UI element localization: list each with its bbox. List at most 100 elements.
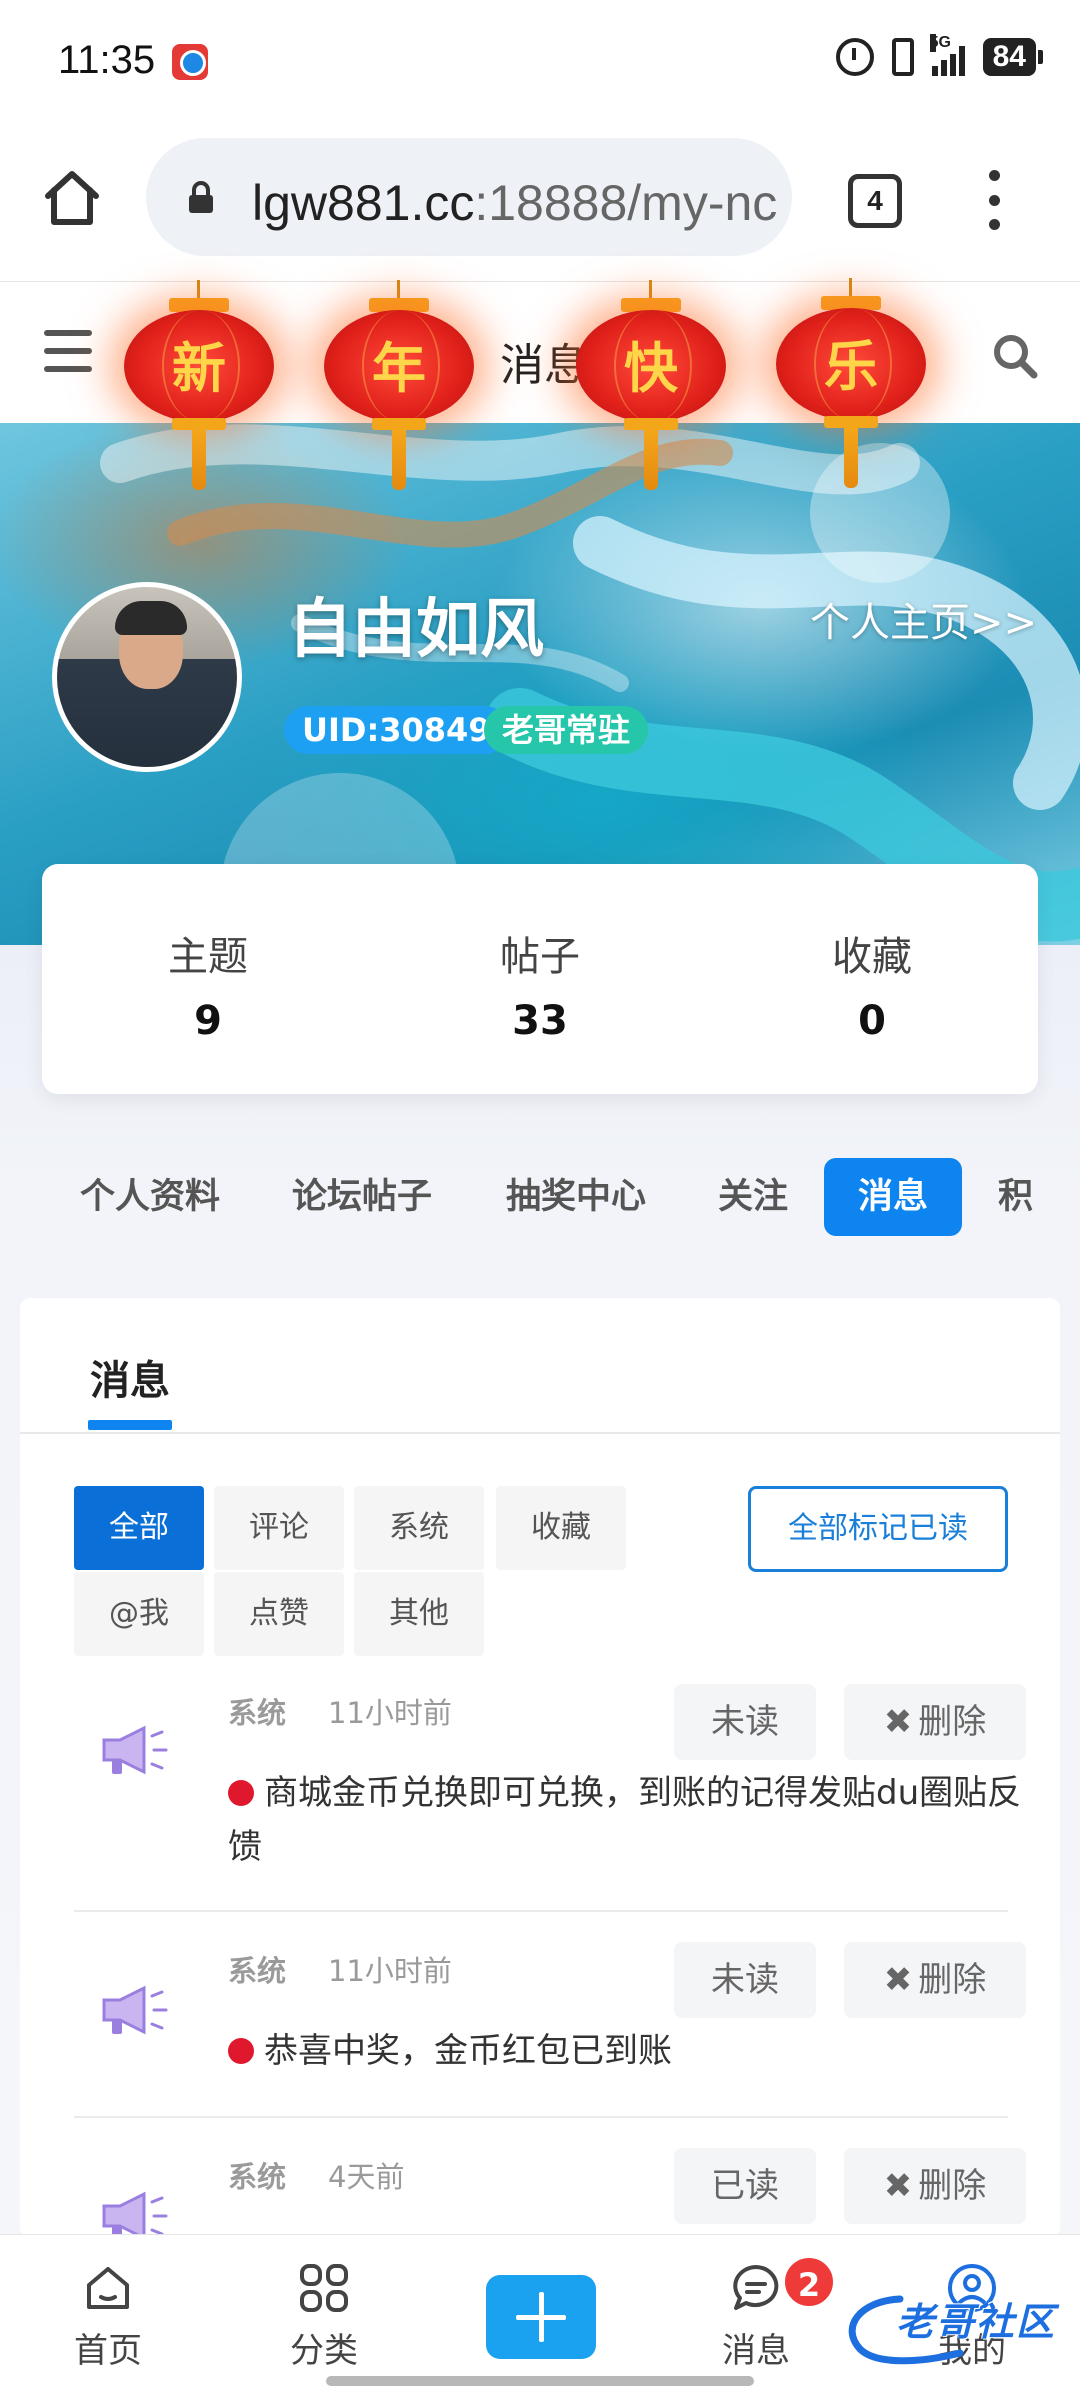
message-type: 系统 [228,1696,287,1730]
message-type: 系统 [228,2160,287,2194]
delete-label: 删除 [918,2166,987,2206]
search-icon[interactable] [992,333,1038,379]
tab-messages[interactable]: 消息 [824,1158,963,1236]
stat-label: 主题 [168,934,248,980]
nav-categories[interactable]: 分类 [244,2235,404,2372]
unread-button[interactable]: 未读 [674,1684,816,1760]
delete-button[interactable]: ✖ 删除 [844,1942,1026,2018]
uid-badge: UID:30849 [284,706,509,754]
tab-following[interactable]: 关注 [718,1158,788,1236]
home-icon[interactable] [40,166,104,230]
filter-all[interactable]: 全部 [74,1486,204,1570]
bottom-nav: 首页 分类 消息 2 我的 老哥社区 [0,2234,1080,2392]
chat-icon [733,2265,779,2310]
lantern: 乐 [776,278,926,488]
megaphone-icon [102,1985,168,2035]
stat-favorites[interactable]: 收藏 0 [706,864,1038,1094]
watermark-logo: 老哥社区 [840,2287,1070,2367]
lantern-char: 年 [372,337,426,400]
tab-profile[interactable]: 个人资料 [80,1158,220,1236]
unread-dot [228,1780,254,1806]
filter-favorites[interactable]: 收藏 [496,1486,626,1570]
battery-level: 84 [982,38,1044,76]
message-item[interactable]: 系统 4天前 已读 ✖ 删除 [74,2148,1026,2238]
filter-mentions[interactable]: @我 [74,1572,204,1656]
watermark-text: 老哥社区 [896,2300,1057,2344]
delete-button[interactable]: ✖ 删除 [844,1684,1026,1760]
filter-system[interactable]: 系统 [354,1486,484,1570]
url-path: :18888/my-nc [474,175,778,231]
url-host: lgw881.cc [252,175,475,231]
message-text: 恭喜中奖，金币红包已到账 [264,2031,672,2071]
mark-all-read-button[interactable]: 全部标记已读 [748,1486,1008,1572]
message-badge: 2 [782,2255,836,2309]
stat-topics[interactable]: 主题 9 [42,864,374,1094]
stats-card: 主题 9 帖子 33 收藏 0 [42,864,1038,1094]
tab-points[interactable]: 积 [998,1158,1033,1236]
signal-icon: 5G [929,34,965,76]
menu-icon[interactable] [44,330,92,372]
lantern: 新 [124,280,274,490]
megaphone-icon [102,1725,168,1775]
username: 自由如风 [288,593,544,667]
message-body: 商城金币兑换即可兑换，到账的记得发贴du圈贴反馈 [228,1766,1028,1874]
unread-button[interactable]: 未读 [674,1942,816,2018]
alarm-icon [835,38,874,76]
close-icon: ✖ [883,1960,913,2000]
read-button[interactable]: 已读 [674,2148,816,2224]
unread-dot [228,2038,254,2064]
stat-value: 0 [858,998,886,1044]
more-vert-icon[interactable] [986,170,1002,230]
lantern: 快 [576,280,726,490]
browser-toolbar: lgw881.cc:18888/my-nc 4 [0,130,1080,282]
status-bar: 11:35 5G 84 [0,0,1080,130]
nav-home[interactable]: 首页 [28,2235,188,2372]
messages-title[interactable]: 消息 [90,1348,170,1406]
close-icon: ✖ [883,1702,913,1742]
message-item[interactable]: 系统 11小时前 未读 ✖ 删除 商城金币兑换即可兑换，到账的记得发贴du圈贴反馈 [74,1684,1026,1867]
stat-label: 帖子 [500,934,580,980]
homepage-link[interactable]: 个人主页>> [810,590,1037,648]
lantern-char: 乐 [824,335,878,398]
status-time: 11:35 [58,38,156,82]
divider [20,1432,1060,1434]
grid-icon [300,2264,348,2312]
message-time: 11小时前 [328,1954,452,1988]
app-notification-icon [172,44,208,80]
message-text: 商城金币兑换即可兑换，到账的记得发贴du圈贴反馈 [228,1773,1022,1867]
messages-card: 消息 全部 评论 系统 收藏 @我 点赞 其他 全部标记已读 系统 11小时前 … [20,1298,1060,2238]
filter-other[interactable]: 其他 [354,1572,484,1656]
divider [74,2116,1008,2118]
status-icons: 5G 84 [835,34,1044,76]
filter-likes[interactable]: 点赞 [214,1572,344,1656]
avatar[interactable] [52,582,242,772]
message-body: 恭喜中奖，金币红包已到账 [228,2024,1028,2078]
delete-label: 删除 [918,1702,987,1742]
address-bar[interactable]: lgw881.cc:18888/my-nc [146,138,792,256]
nav-label: 分类 [290,2331,358,2371]
tab-lottery[interactable]: 抽奖中心 [506,1158,646,1236]
close-icon: ✖ [883,2166,913,2206]
message-type: 系统 [228,1954,287,1988]
network-type: 5G [929,34,951,52]
message-time: 4天前 [328,2160,405,2194]
stat-value: 33 [512,998,568,1044]
plus-icon[interactable] [486,2275,596,2359]
stat-posts[interactable]: 帖子 33 [374,864,706,1094]
tab-underline [88,1420,172,1430]
megaphone-icon [102,2191,168,2238]
message-item[interactable]: 系统 11小时前 未读 ✖ 删除 恭喜中奖，金币红包已到账 [74,1942,1026,2071]
lantern-char: 新 [172,337,226,400]
lantern-char: 快 [624,337,678,400]
home-icon [87,2267,129,2309]
lantern: 年 [324,280,474,490]
page-title: 消息 [500,340,588,391]
url-text: lgw881.cc:18888/my-nc [252,174,777,232]
delete-button[interactable]: ✖ 删除 [844,2148,1026,2224]
tabs-icon[interactable]: 4 [848,174,902,228]
home-indicator[interactable] [326,2376,754,2386]
tab-forum-posts[interactable]: 论坛帖子 [292,1158,432,1236]
level-badge: 老哥常驻 [484,706,649,754]
filter-comments[interactable]: 评论 [214,1486,344,1570]
message-time: 11小时前 [328,1696,452,1730]
